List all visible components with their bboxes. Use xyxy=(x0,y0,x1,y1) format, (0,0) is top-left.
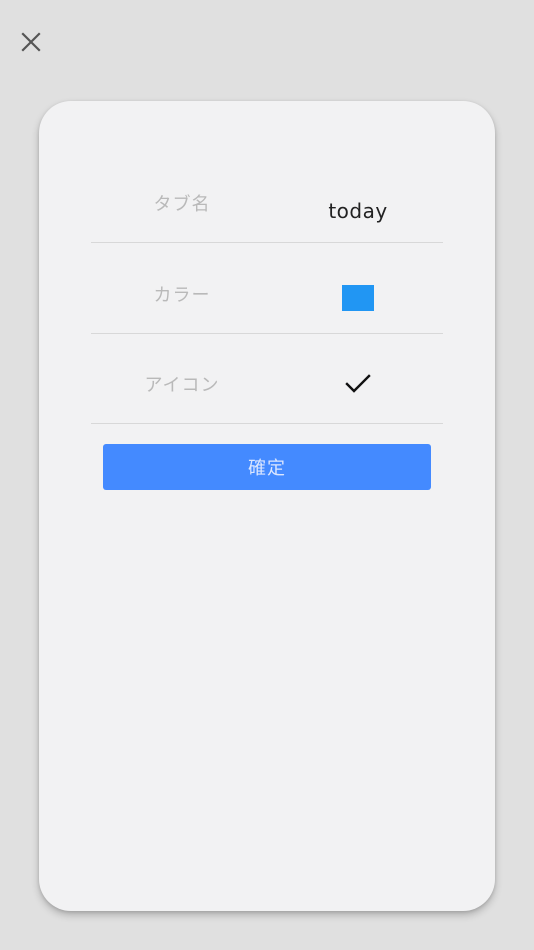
tab-name-row: タブ名 today xyxy=(91,152,443,243)
tab-name-field[interactable]: today xyxy=(273,199,443,223)
color-row: カラー xyxy=(91,243,443,334)
close-icon xyxy=(21,32,41,56)
tab-name-label: タブ名 xyxy=(153,194,211,215)
color-swatch[interactable] xyxy=(342,285,374,311)
icon-row: アイコン xyxy=(91,333,443,424)
confirm-button[interactable]: 確定 xyxy=(103,444,431,490)
edit-tab-dialog: タブ名 today カラー アイコン 確定 xyxy=(39,101,495,911)
color-label: カラー xyxy=(153,285,211,306)
check-icon xyxy=(345,373,371,399)
close-button[interactable] xyxy=(14,27,48,61)
icon-picker[interactable] xyxy=(273,373,443,399)
icon-label: アイコン xyxy=(144,375,220,396)
